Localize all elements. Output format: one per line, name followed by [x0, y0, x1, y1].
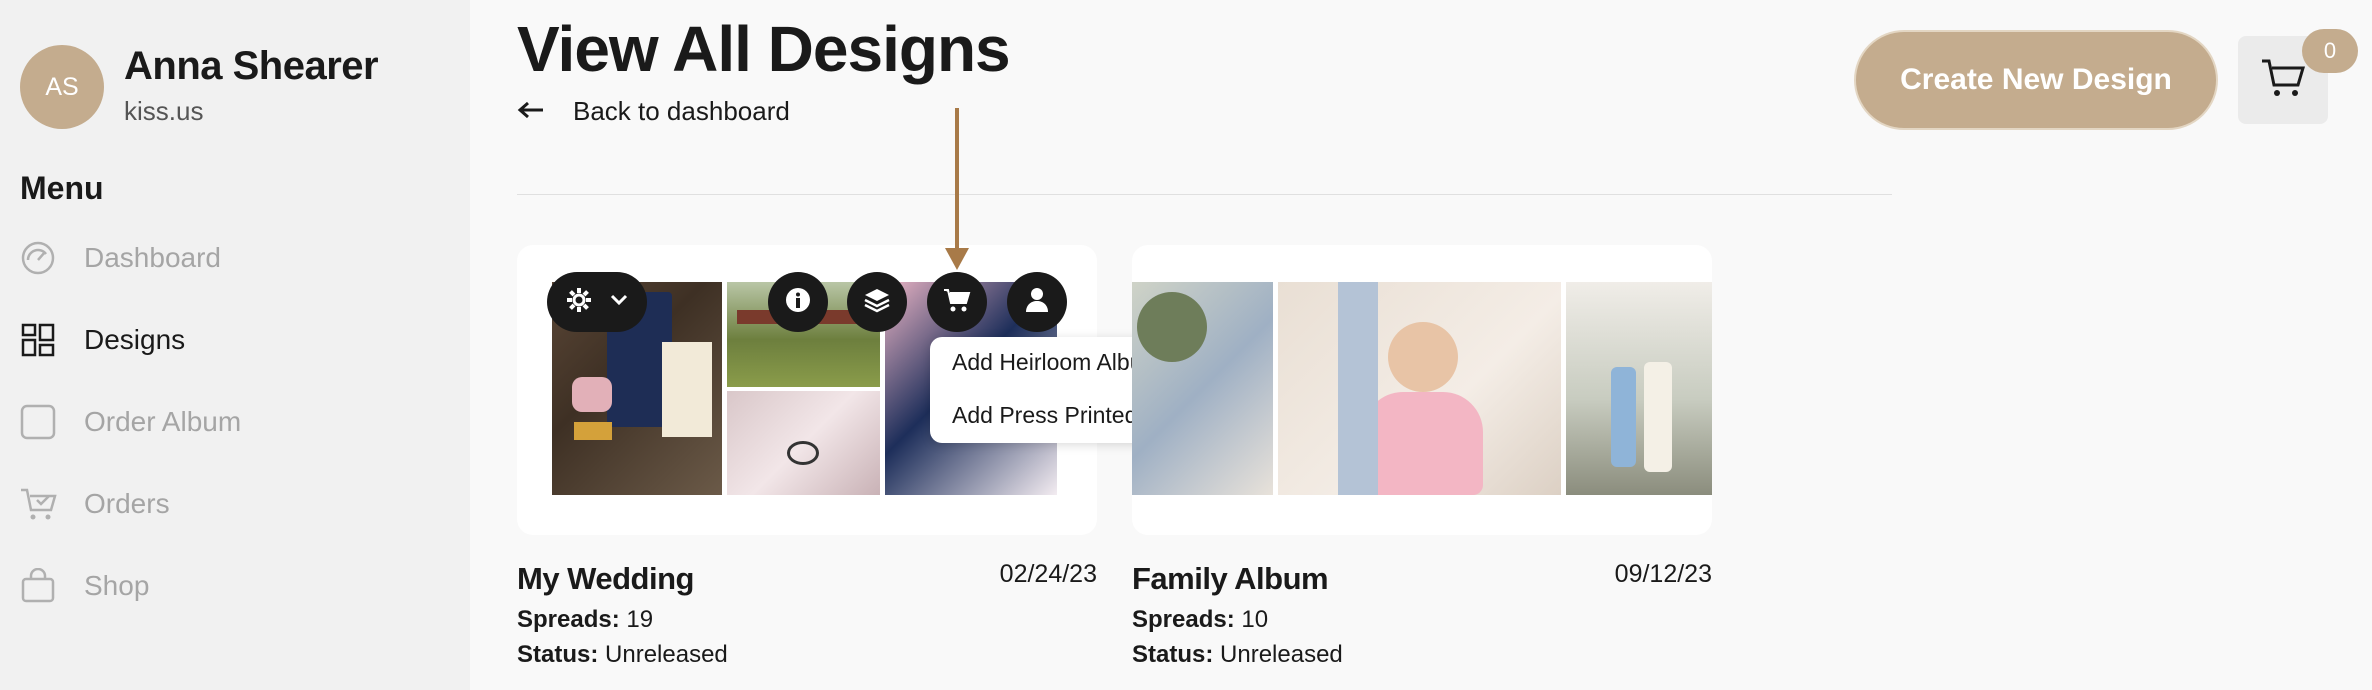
thumbnail-photo — [1278, 282, 1561, 495]
thumbnail-photo — [1566, 282, 1712, 495]
sidebar-item-designs[interactable]: Designs — [18, 315, 185, 365]
info-button[interactable] — [768, 272, 828, 332]
shopping-bag-icon — [18, 566, 58, 606]
arrow-left-icon — [517, 94, 547, 128]
sidebar-item-label: Designs — [84, 324, 186, 355]
user-button[interactable] — [1007, 272, 1067, 332]
square-outline-icon — [18, 402, 58, 442]
cart-icon — [943, 287, 971, 318]
sidebar: AS Anna Shearer kiss.us Menu Dashboard D… — [0, 0, 470, 690]
divider — [517, 194, 1892, 195]
user-site: kiss.us — [124, 96, 204, 126]
design-date: 09/12/23 — [1614, 560, 1712, 588]
design-status: Status: Unreleased — [517, 641, 728, 669]
sidebar-item-shop[interactable]: Shop — [18, 561, 149, 611]
back-to-dashboard-link[interactable]: Back to dashboard — [517, 94, 790, 128]
main-content: View All Designs Back to dashboard Creat… — [470, 0, 2372, 690]
user-name: Anna Shearer — [124, 44, 379, 88]
create-new-design-button[interactable]: Create New Design — [1854, 30, 2218, 130]
sidebar-item-order-album[interactable]: Order Album — [18, 397, 241, 447]
gear-icon — [566, 287, 592, 318]
status-value: Unreleased — [605, 641, 728, 668]
sidebar-item-dashboard[interactable]: Dashboard — [18, 233, 221, 283]
thumbnail-photo — [727, 391, 880, 495]
user-icon — [1025, 287, 1049, 318]
status-label: Status: — [1132, 641, 1214, 668]
menu-title: Menu — [20, 170, 104, 206]
design-card-family-album[interactable] — [1132, 245, 1712, 535]
thumbnail-photo — [1132, 282, 1273, 495]
add-to-cart-button[interactable] — [927, 272, 987, 332]
layers-button[interactable] — [847, 272, 907, 332]
gauge-icon — [18, 238, 58, 278]
cart-icon — [2260, 57, 2306, 104]
cart-check-icon — [18, 484, 58, 524]
design-spreads: Spreads: 10 — [1132, 606, 1268, 634]
sidebar-item-label: Dashboard — [84, 242, 221, 273]
back-link-label: Back to dashboard — [573, 95, 790, 126]
cart-count-badge: 0 — [2302, 29, 2358, 73]
status-label: Status: — [517, 641, 599, 668]
design-spreads: Spreads: 19 — [517, 606, 653, 634]
sidebar-item-label: Order Album — [84, 406, 242, 437]
layers-icon — [863, 286, 891, 319]
settings-dropdown-button[interactable] — [547, 272, 647, 332]
chevron-down-icon — [609, 293, 629, 312]
layout-grid-icon — [18, 320, 58, 360]
spreads-value: 10 — [1241, 606, 1269, 633]
spreads-label: Spreads: — [1132, 606, 1235, 633]
design-status: Status: Unreleased — [1132, 641, 1343, 669]
info-icon — [785, 287, 811, 318]
sidebar-item-label: Orders — [84, 488, 170, 519]
design-title[interactable]: My Wedding — [517, 561, 694, 597]
status-value: Unreleased — [1220, 641, 1343, 668]
spreads-value: 19 — [626, 606, 654, 633]
page-title: View All Designs — [517, 13, 1011, 85]
sidebar-item-orders[interactable]: Orders — [18, 479, 170, 529]
spreads-label: Spreads: — [517, 606, 620, 633]
sidebar-item-label: Shop — [84, 570, 150, 601]
design-title[interactable]: Family Album — [1132, 561, 1329, 597]
avatar[interactable]: AS — [20, 45, 104, 129]
design-date: 02/24/23 — [999, 560, 1097, 588]
